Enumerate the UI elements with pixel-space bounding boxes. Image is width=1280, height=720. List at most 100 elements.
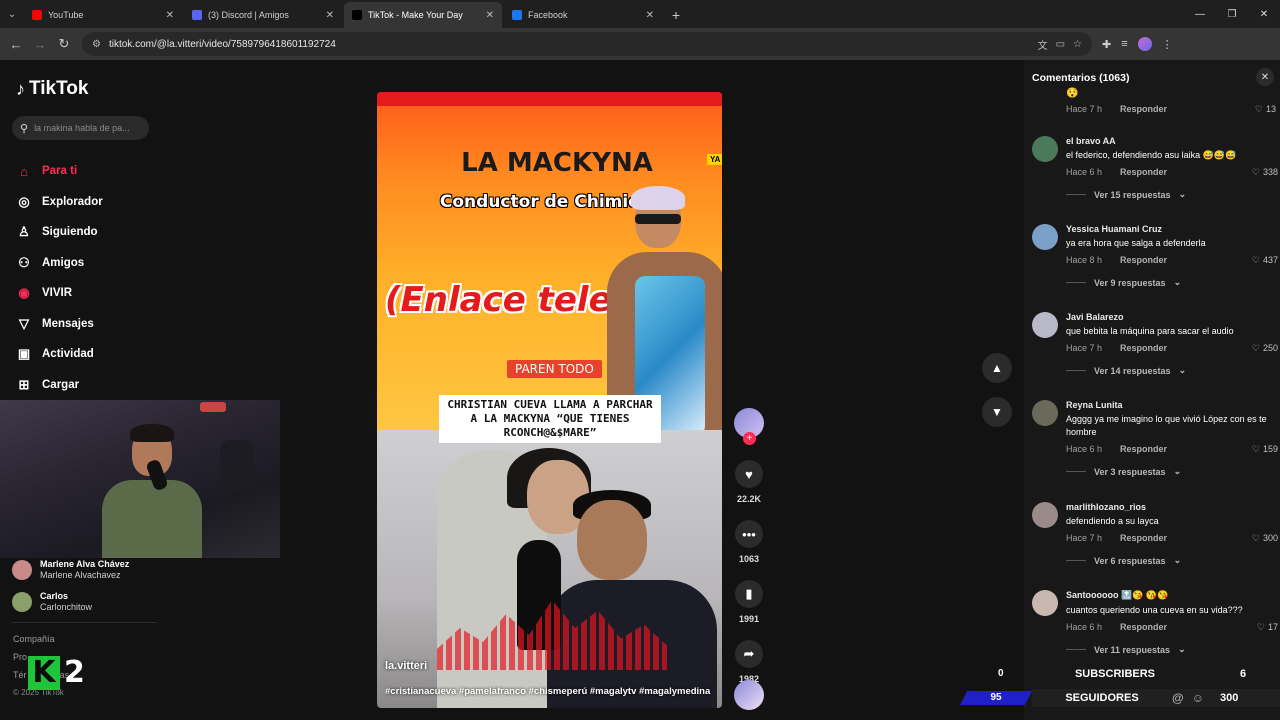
chevron-down-icon[interactable]: ▼ [982, 397, 1012, 427]
comment-like-button[interactable]: ♡ 338 [1252, 167, 1278, 178]
comment-like-button[interactable]: ♡ 13 [1255, 104, 1276, 115]
translate-icon[interactable]: 文 [1038, 37, 1048, 52]
view-replies-button[interactable]: Ver 9 respuestas ⌄ [1066, 277, 1278, 288]
reply-button[interactable]: Responder [1120, 104, 1255, 114]
back-icon[interactable]: ← [4, 32, 28, 56]
video-nav: ▲ ▼ [982, 353, 1012, 441]
restore-icon[interactable]: ❐ [1216, 0, 1248, 28]
bookmark-star-icon[interactable]: ☆ [1073, 39, 1082, 50]
view-replies-button[interactable]: Ver 14 respuestas ⌄ [1066, 365, 1278, 376]
url-text: tiktok.com/@la.vitteri/video/75897964186… [108, 38, 336, 50]
reply-button[interactable]: Responder [1120, 533, 1252, 543]
comment-time: Hace 6 h [1066, 167, 1103, 177]
music-avatar[interactable] [734, 680, 764, 710]
avatar[interactable] [1032, 502, 1058, 528]
sidebar-item-siguiendo[interactable]: ♙ Siguiendo [16, 217, 103, 248]
comment-author[interactable]: el bravo AA [1066, 136, 1278, 146]
browser-tab[interactable]: Facebook ✕ [504, 2, 662, 28]
view-replies-button[interactable]: Ver 3 respuestas ⌄ [1066, 466, 1278, 477]
video-top-frame: LA MACKYNA Conductor de Chimici (Enlace … [377, 92, 722, 436]
sidebar-item-para-ti[interactable]: ⌂ Para ti [16, 156, 103, 187]
url-field[interactable]: ⚙ tiktok.com/@la.vitteri/video/758979641… [82, 32, 1092, 56]
comment-item: Yessica Huamani Cruz ya era hora que sal… [1032, 224, 1278, 288]
tab-close-icon[interactable]: ✕ [486, 10, 494, 21]
reply-button[interactable]: Responder [1120, 444, 1252, 454]
tab-close-icon[interactable]: ✕ [646, 10, 654, 21]
comment-like-button[interactable]: ♡ 300 [1252, 533, 1278, 544]
sidebar-item-label: VIVIR [42, 287, 73, 300]
chevron-up-icon[interactable]: ▲ [982, 353, 1012, 383]
sidebar-item-vivir[interactable]: ◉ VIVIR [16, 278, 103, 309]
browser-tab[interactable]: TikTok - Make Your Day ✕ [344, 2, 502, 28]
share-icon[interactable]: ➦ [735, 640, 763, 668]
view-replies-button[interactable]: Ver 11 respuestas ⌄ [1066, 644, 1278, 655]
comment-item: marlithlozano_rios defendiendo a su layc… [1032, 502, 1278, 566]
comment-like-button[interactable]: ♡ 17 [1257, 622, 1278, 633]
reply-button[interactable]: Responder [1120, 622, 1257, 632]
browser-tab[interactable]: YouTube ✕ [24, 2, 182, 28]
tiktok-logo[interactable]: ♪ TikTok [16, 78, 88, 100]
sidebar-item-explorador[interactable]: ◎ Explorador [16, 187, 102, 218]
minimize-icon[interactable]: — [1184, 0, 1216, 28]
sidebar-item-actividad[interactable]: ▣ Actividad [16, 339, 103, 370]
following-account[interactable]: Marlene Alva Chávez Marlene Alvachavez [12, 554, 129, 586]
new-tab-button[interactable]: + [664, 2, 688, 28]
profile-avatar[interactable] [1137, 37, 1152, 51]
tab-search-button[interactable]: ⌄ [0, 0, 24, 28]
tab-close-icon[interactable]: ✕ [326, 10, 334, 21]
comment-author[interactable]: Javi Balarezo [1066, 312, 1278, 322]
bookmark-icon[interactable]: ▮ [735, 580, 763, 608]
creator-avatar[interactable]: + [734, 408, 764, 445]
following-account[interactable]: Carlos Carlonchitow [12, 586, 129, 618]
forward-icon[interactable]: → [28, 32, 52, 56]
comment-action[interactable]: ••• 1063 [732, 520, 766, 564]
video-hashtags[interactable]: #cristianacueva #pamelafranco #chismeper… [385, 686, 720, 697]
view-replies-button[interactable]: Ver 15 respuestas ⌄ [1066, 189, 1278, 200]
avatar[interactable] [1032, 312, 1058, 338]
search-input[interactable]: ⚲ la makina habla de pa... [12, 116, 149, 140]
comment-author[interactable]: marlithlozano_rios [1066, 502, 1278, 512]
footer-link[interactable]: Compañía [13, 634, 69, 652]
save-action[interactable]: ▮ 1991 [732, 580, 766, 624]
comment-author[interactable]: Reyna Lunita [1066, 400, 1278, 410]
avatar[interactable] [1032, 136, 1058, 162]
sidebar-item-mensajes[interactable]: ▽ Mensajes [16, 309, 103, 340]
comment-like-button[interactable]: ♡ 159 [1252, 444, 1278, 455]
tab-title: Facebook [528, 10, 568, 20]
comment-like-button[interactable]: ♡ 437 [1252, 255, 1278, 266]
video-player[interactable]: LA MACKYNA Conductor de Chimici (Enlace … [377, 92, 722, 708]
comment-icon[interactable]: ••• [735, 520, 763, 548]
cast-icon[interactable]: ▭ [1056, 39, 1065, 50]
main-nav: ⌂ Para ti ◎ Explorador ♙ Siguiendo ⚇ Amigos… [16, 156, 103, 400]
extensions-icon[interactable]: ✚ [1102, 38, 1111, 51]
avatar[interactable] [1032, 590, 1058, 616]
site-info-icon[interactable]: ⚙ [92, 39, 101, 50]
media-icon[interactable]: ≡ [1121, 38, 1127, 50]
reload-icon[interactable]: ↻ [52, 32, 76, 56]
view-replies-button[interactable]: Ver 6 respuestas ⌄ [1066, 555, 1278, 566]
close-icon[interactable]: ✕ [1256, 68, 1274, 86]
heart-icon[interactable]: ♥ [735, 460, 763, 488]
comment-author[interactable]: Santoooooo 🔝😘 😘😘 [1066, 590, 1278, 601]
reply-button[interactable]: Responder [1120, 343, 1252, 353]
share-action[interactable]: ➦ 1982 [732, 640, 766, 684]
account-handle: Marlene Alvachavez [40, 570, 121, 580]
reply-button[interactable]: Responder [1120, 167, 1252, 177]
like-action[interactable]: ♥ 22.2K [732, 460, 766, 504]
menu-icon[interactable]: ⋮ [1162, 38, 1173, 51]
comment-author[interactable]: Yessica Huamani Cruz [1066, 224, 1278, 234]
avatar[interactable] [1032, 400, 1058, 426]
emoji-icon[interactable]: ☺ [1192, 691, 1204, 705]
search-placeholder: la makina habla de pa... [34, 123, 130, 133]
close-window-icon[interactable]: ✕ [1248, 0, 1280, 28]
comment-like-button[interactable]: ♡ 250 [1252, 343, 1278, 354]
sidebar-item-cargar[interactable]: ⊞ Cargar [16, 370, 103, 401]
sidebar-item-amigos[interactable]: ⚇ Amigos [16, 248, 103, 279]
video-author[interactable]: la.vitteri [385, 660, 427, 672]
at-icon[interactable]: @ [1172, 691, 1184, 705]
reply-button[interactable]: Responder [1120, 255, 1252, 265]
avatar[interactable] [1032, 224, 1058, 250]
browser-tab[interactable]: (3) Discord | Amigos ✕ [184, 2, 342, 28]
tab-close-icon[interactable]: ✕ [166, 10, 174, 21]
follow-plus-icon[interactable]: + [743, 432, 756, 445]
